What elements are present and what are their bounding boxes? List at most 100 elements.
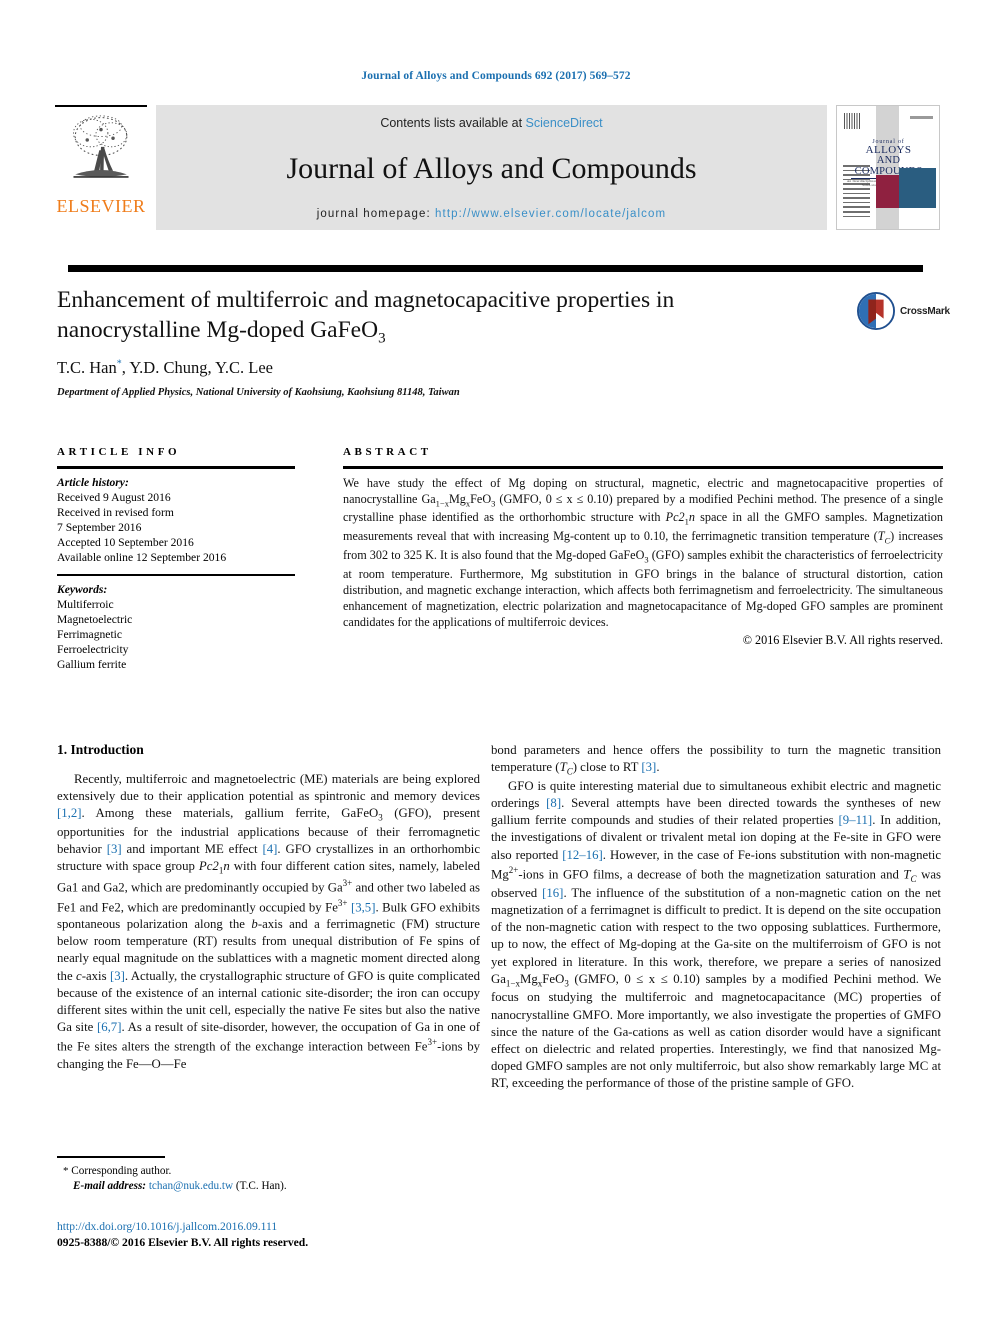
history-item: Available online 12 September 2016 [57,550,227,564]
citation-ref[interactable]: [4] [262,842,277,856]
page-title: Enhancement of multiferroic and magnetoc… [57,286,827,348]
paragraph-intro-left: Recently, multiferroic and magnetoelectr… [57,771,480,1073]
cover-issue-line [910,115,933,119]
citation-ref[interactable]: [1,2] [57,806,82,820]
history-item: Received 9 August 2016 [57,490,171,504]
text-sup: 3+ [427,1037,438,1048]
running-head: Journal of Alloys and Compounds 692 (201… [361,70,631,82]
email-link[interactable]: tchan@nuk.edu.tw [149,1180,233,1192]
article-history: Article history: Received 9 August 2016 … [57,475,295,565]
title-line-2: nanocrystalline Mg-doped GaFeO [57,316,379,343]
citation-ref[interactable]: [3] [641,760,656,774]
keyword-item: Ferroelectricity [57,643,129,657]
text-seg: Mg [520,971,538,986]
abstract-seg: FeO [470,491,492,506]
history-item: 7 September 2016 [57,520,142,534]
text-seg: FeO [542,971,565,986]
issn-copyright-line: 0925-8388/© 2016 Elsevier B.V. All right… [57,1236,309,1250]
corresponding-author-note: * Corresponding author. [57,1164,480,1180]
email-label: E-mail address: [73,1180,147,1193]
text-seg: . The influence of the substitution of a… [491,885,941,986]
tc-symbol: T [903,867,911,882]
journal-cover-thumbnail: Journal of ALLOYS AND COMPOUNDS An Inter… [836,105,940,230]
keywords-label: Keywords: [57,582,108,596]
homepage-prefix: journal homepage: [316,208,436,220]
journal-banner: Contents lists available at ScienceDirec… [156,105,827,230]
body-column-right: bond parameters and hence offers the pos… [491,742,941,1093]
author-list: T.C. Han*, Y.D. Chung, Y.C. Lee [57,358,757,378]
abstract-seg: Mg [448,491,466,506]
text-seg: (GMFO, 0 ≤ x ≤ 0.10) samples by a modifi… [491,971,941,1091]
keyword-item: Ferrimagnetic [57,628,123,642]
title-line-1: Enhancement of multiferroic and magnetoc… [57,287,675,313]
cover-blue-block [899,167,936,209]
keyword-item: Multiferroic [57,597,114,611]
history-item: Received in revised form [57,505,174,519]
text-seg: -axis [81,968,110,983]
space-group: Pc2 [198,859,219,874]
text-seg: ) close to RT [572,760,642,775]
section-heading-introduction: 1. Introduction [57,742,144,757]
text-sub: 1−x [505,978,520,989]
doi-block: http://dx.doi.org/10.1016/j.jallcom.2016… [57,1219,487,1252]
body-column-left: 1. Introduction Recently, multiferroic a… [57,742,480,1073]
author-first: T.C. Han [57,358,117,377]
crossmark-icon [857,292,895,330]
keyword-item: Gallium ferrite [57,658,127,672]
citation-ref[interactable]: [16] [542,886,563,900]
history-item: Accepted 10 September 2016 [57,535,194,549]
journal-title: Journal of Alloys and Compounds [286,152,697,185]
text-seg: . [656,760,660,775]
tc-symbol: T [559,760,567,775]
cover-red-block [875,174,900,209]
email-note: E-mail address: tchan@nuk.edu.tw (T.C. H… [57,1179,480,1195]
citation-ref[interactable]: [3] [107,842,122,856]
article-info-heading: ARTICLE INFO [57,446,181,458]
text-sup: 3+ [342,878,353,889]
text-sup: 2+ [508,864,519,875]
article-info-block: ARTICLE INFO Article history: Received 9… [57,446,295,672]
journal-masthead: ELSEVIER Contents lists available at Sci… [55,105,940,230]
crossmark-label: CrossMark [900,305,950,317]
article-info-rule-top [57,466,295,469]
paragraph-gfo: GFO is quite interesting material due to… [491,778,941,1093]
journal-article-page: Journal of Alloys and Compounds 692 (201… [0,0,992,1323]
paragraph-intro-right-cont: bond parameters and hence offers the pos… [491,742,941,778]
footnote-rule [57,1156,165,1158]
abstract-space-group: Pc2 [665,510,685,525]
text-seg: and important ME effect [121,842,263,857]
citation-ref[interactable]: [8] [546,796,561,810]
sciencedirect-link[interactable]: ScienceDirect [526,116,603,130]
elsevier-tree-icon [58,109,144,195]
citation-ref[interactable]: [12–16] [562,848,603,862]
text-seg: bond parameters and hence offers the pos… [491,743,941,775]
citation-ref[interactable]: [3,5] [351,900,376,914]
abstract-rule [343,466,943,469]
citation-ref[interactable]: [3] [110,969,125,983]
contents-list-line: Contents lists available at ScienceDirec… [380,116,602,130]
authors-rest: , Y.D. Chung, Y.C. Lee [121,358,273,377]
crossmark-badge[interactable]: CrossMark [857,288,953,334]
citation-ref[interactable]: [6,7] [97,1020,122,1034]
masthead-divider [68,265,923,272]
abstract-sub: 1−x [435,498,449,509]
text-seg: Recently, multiferroic and magnetoelectr… [57,772,480,804]
affiliation: Department of Applied Physics, National … [57,387,460,398]
homepage-url-link[interactable]: http://www.elsevier.com/locate/jalcom [435,208,666,220]
article-history-label: Article history: [57,475,129,489]
footnote-block: * Corresponding author. E-mail address: … [57,1156,480,1195]
cover-barcode-icon [844,113,861,130]
keywords-block: Keywords: Multiferroic Magnetoelectric F… [57,582,295,672]
corresponding-author-text: Corresponding author. [68,1164,172,1177]
text-seg: -ions in GFO films, a decrease of both t… [518,867,904,882]
keyword-item: Magnetoelectric [57,613,133,626]
title-subscript: 3 [378,330,386,347]
journal-homepage-line: journal homepage: http://www.elsevier.co… [317,208,666,220]
doi-link[interactable]: http://dx.doi.org/10.1016/j.jallcom.2016… [57,1219,487,1235]
citation-ref[interactable]: [9–11] [839,813,873,827]
text-seg: . As a result of site-disorder, however,… [57,1020,480,1054]
abstract-text: We have study the effect of Mg doping on… [343,475,943,631]
abstract-copyright: © 2016 Elsevier B.V. All rights reserved… [742,632,943,647]
email-owner: (T.C. Han). [233,1180,287,1193]
contents-prefix: Contents lists available at [380,116,526,130]
